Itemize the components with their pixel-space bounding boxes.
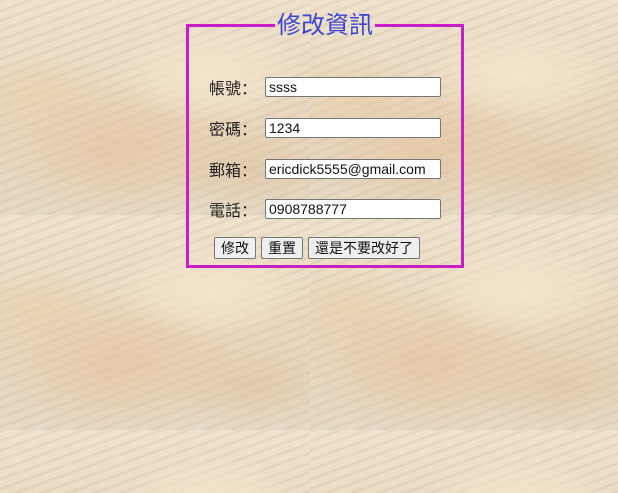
password-input[interactable] (265, 118, 441, 138)
password-row: 密碼： (209, 117, 441, 139)
edit-info-form: 修改資訊 帳號： 密碼： 郵箱： 電話： 修改 重置 還是不要改好了 (186, 12, 464, 268)
email-label: 郵箱： (209, 161, 258, 180)
phone-row: 電話： (209, 198, 441, 220)
button-group: 修改 重置 還是不要改好了 (214, 237, 420, 259)
cancel-button[interactable]: 還是不要改好了 (308, 237, 420, 259)
reset-button[interactable]: 重置 (261, 237, 303, 259)
password-label: 密碼： (209, 120, 258, 139)
account-input[interactable] (265, 77, 441, 97)
submit-button[interactable]: 修改 (214, 237, 256, 259)
email-input[interactable] (265, 159, 441, 179)
account-row: 帳號： (209, 76, 441, 98)
phone-input[interactable] (265, 199, 441, 219)
account-label: 帳號： (209, 79, 258, 98)
form-title: 修改資訊 (277, 11, 373, 39)
email-row: 郵箱： (209, 158, 441, 180)
phone-label: 電話： (209, 201, 258, 220)
